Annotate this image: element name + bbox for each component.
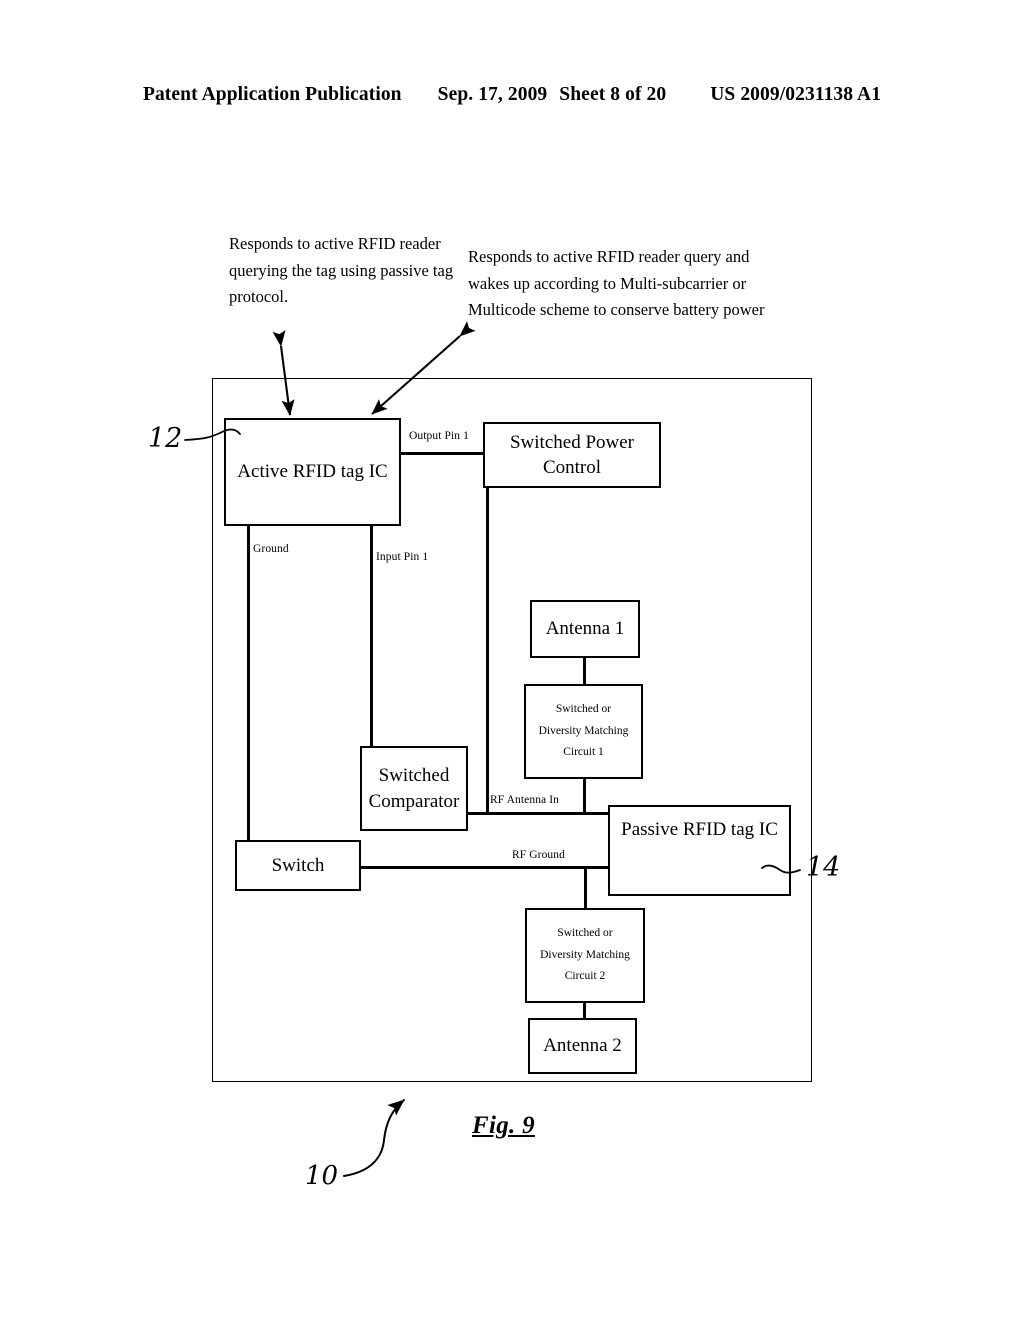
figure-caption: Fig. 9 xyxy=(472,1112,535,1139)
block-antenna-2-label: Antenna 2 xyxy=(543,1035,622,1057)
block-passive-rfid-tag-ic-label: Passive RFID tag IC xyxy=(621,819,778,840)
block-switched-comparator-line2: Comparator xyxy=(368,790,460,812)
reference-numeral-12: 12 xyxy=(148,423,183,454)
block-switch-label: Switch xyxy=(271,854,325,876)
block-matching-circuit-2-line1: Switched or xyxy=(557,926,613,939)
label-input-pin1: Input Pin 1 xyxy=(376,551,429,563)
block-switched-power-control[interactable]: Switched Power Control xyxy=(483,422,661,488)
callout-passive-protocol: Responds to active RFID reader querying … xyxy=(229,234,454,307)
wire-ground xyxy=(247,525,250,842)
block-switched-comparator[interactable]: Switched Comparator xyxy=(360,746,468,831)
block-active-rfid-tag-ic-label: Active RFID tag IC xyxy=(237,461,388,483)
block-matching-circuit-1-line3: Circuit 1 xyxy=(563,746,604,759)
wire-output-pin1 xyxy=(400,452,484,455)
block-matching-circuit-2-line3: Circuit 2 xyxy=(564,970,606,983)
block-switched-power-control-line2: Control xyxy=(542,457,602,478)
block-matching-circuit-1-line1: Switched or xyxy=(555,702,612,715)
figure-9: Responds to active RFID reader querying … xyxy=(0,0,1024,1320)
block-matching-circuit-2-line2: Diversity Matching xyxy=(540,948,630,961)
block-passive-rfid-tag-ic[interactable]: Passive RFID tag IC xyxy=(608,805,791,896)
wire-rf-antenna-in xyxy=(466,812,610,815)
reference-numeral-14: 14 xyxy=(806,852,841,883)
leader-ref-10 xyxy=(343,1099,405,1177)
block-switched-power-control-line1: Switched Power xyxy=(509,431,634,453)
wire-power-control-down xyxy=(486,487,489,814)
label-ground: Ground xyxy=(253,543,289,555)
block-antenna-1-label: Antenna 1 xyxy=(545,618,625,640)
callout-wakeup-scheme: Responds to active RFID reader query and… xyxy=(468,247,765,320)
wire-input-pin1 xyxy=(370,525,373,748)
block-active-rfid-tag-ic[interactable]: Active RFID tag IC xyxy=(224,418,401,526)
label-output-pin1: Output Pin 1 xyxy=(409,430,469,442)
block-matching-circuit-1-line2: Diversity Matching xyxy=(538,724,629,737)
block-antenna-1[interactable]: Antenna 1 xyxy=(530,600,640,658)
label-rf-antenna-in: RF Antenna In xyxy=(490,794,560,806)
block-switched-comparator-line1: Switched xyxy=(378,765,450,787)
block-antenna-2[interactable]: Antenna 2 xyxy=(528,1018,637,1074)
block-matching-circuit-1[interactable]: Switched or Diversity Matching Circuit 1 xyxy=(524,684,643,779)
block-matching-circuit-2[interactable]: Switched or Diversity Matching Circuit 2 xyxy=(525,908,645,1003)
block-switch[interactable]: Switch xyxy=(235,840,361,891)
wire-antenna1-to-match1 xyxy=(583,657,586,686)
label-rf-ground: RF Ground xyxy=(512,849,565,861)
reference-numeral-10: 10 xyxy=(305,1161,339,1191)
wire-rf-ground-to-match2 xyxy=(584,866,587,910)
wire-rf-ground xyxy=(359,866,610,869)
wire-match1-to-rf-in xyxy=(583,778,586,814)
